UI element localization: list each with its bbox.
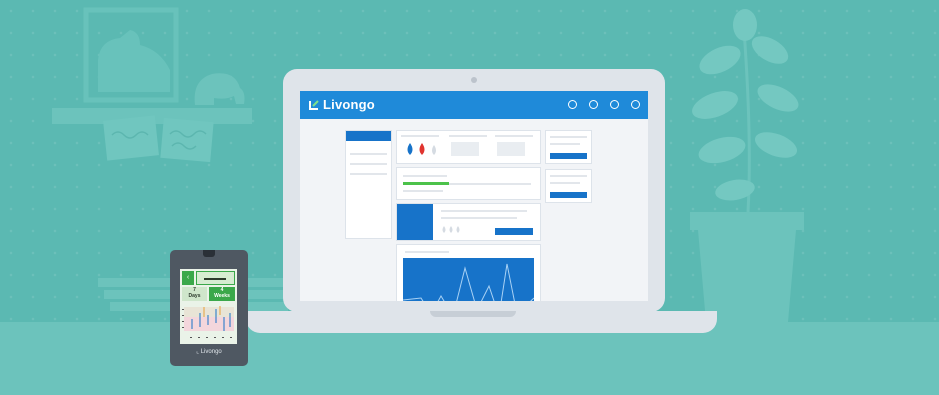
meter-weeks-label: Weeks	[214, 293, 230, 299]
meter-strip-port	[203, 250, 215, 257]
placeholder-block	[497, 142, 525, 156]
placeholder-text	[550, 182, 580, 184]
sidebar-card	[345, 130, 392, 239]
trend-line	[403, 263, 534, 301]
webcam-icon	[471, 77, 477, 83]
summary-action-button[interactable]	[495, 228, 533, 235]
laptop-trackpad-notch	[430, 311, 516, 317]
placeholder-text	[403, 190, 443, 192]
nav-circle-icon[interactable]	[631, 100, 640, 109]
livongo-logo-icon	[309, 100, 319, 110]
meter-back-button[interactable]: ‹	[182, 271, 194, 285]
sidebar-item[interactable]	[350, 153, 387, 155]
progress-card	[396, 167, 541, 200]
nav-circle-icon[interactable]	[610, 100, 619, 109]
blood-drop-icon	[419, 143, 425, 155]
meter-brand-label: ⌞ Livongo	[170, 348, 248, 355]
app-logo[interactable]: Livongo	[309, 97, 375, 112]
meter-title-box	[196, 271, 235, 285]
nav-circle-icon[interactable]	[589, 100, 598, 109]
meter-mini-chart	[182, 306, 234, 338]
right-widget-card	[545, 169, 592, 203]
summary-image	[397, 204, 433, 240]
trend-chart-card	[396, 244, 541, 301]
placeholder-text	[403, 175, 447, 177]
meter-days-label: Days	[188, 293, 201, 299]
meter-screen: ‹ 7 Days 4 Weeks	[180, 269, 237, 344]
placeholder-block	[451, 142, 479, 156]
progress-fill	[403, 182, 449, 185]
meter-7-days-tab[interactable]: 7 Days	[182, 287, 207, 301]
drop-icons	[442, 226, 460, 233]
sidebar-item[interactable]	[350, 163, 387, 165]
placeholder-text	[449, 135, 487, 137]
sidebar-item[interactable]	[350, 173, 387, 175]
widget-button[interactable]	[550, 192, 587, 198]
potted-plant	[690, 9, 804, 322]
blood-glucose-card	[396, 130, 541, 164]
placeholder-text	[550, 143, 580, 145]
placeholder-text	[495, 135, 533, 137]
meter-4-weeks-tab[interactable]: 4 Weeks	[209, 287, 235, 301]
placeholder-text	[550, 136, 587, 138]
laptop-screen: Livongo	[300, 91, 648, 301]
right-widget-card	[545, 130, 592, 164]
header-nav	[568, 100, 640, 109]
placeholder-text	[550, 175, 587, 177]
elephant-figurine	[194, 73, 245, 105]
meter-brand-name: Livongo	[200, 349, 222, 355]
placeholder-text	[441, 210, 527, 212]
blood-drop-icon	[432, 145, 436, 155]
meter-logo-icon: ⌞	[196, 349, 200, 355]
nav-circle-icon[interactable]	[568, 100, 577, 109]
widget-button[interactable]	[550, 153, 587, 159]
placeholder-text	[441, 217, 517, 219]
dog-silhouette	[98, 30, 170, 92]
placeholder-text	[401, 135, 439, 137]
app-header: Livongo	[300, 91, 648, 119]
sidebar-active-item[interactable]	[346, 131, 391, 141]
blood-drop-icons	[407, 143, 436, 155]
placeholder-text	[405, 251, 449, 253]
illustration-scene: Livongo ‹ 7 Days 4 Weeks ⌞ Livongo	[0, 0, 939, 395]
trend-chart-area	[403, 258, 534, 301]
blood-drop-icon	[407, 143, 413, 155]
summary-card	[396, 203, 541, 241]
app-brand-name: Livongo	[323, 97, 375, 112]
